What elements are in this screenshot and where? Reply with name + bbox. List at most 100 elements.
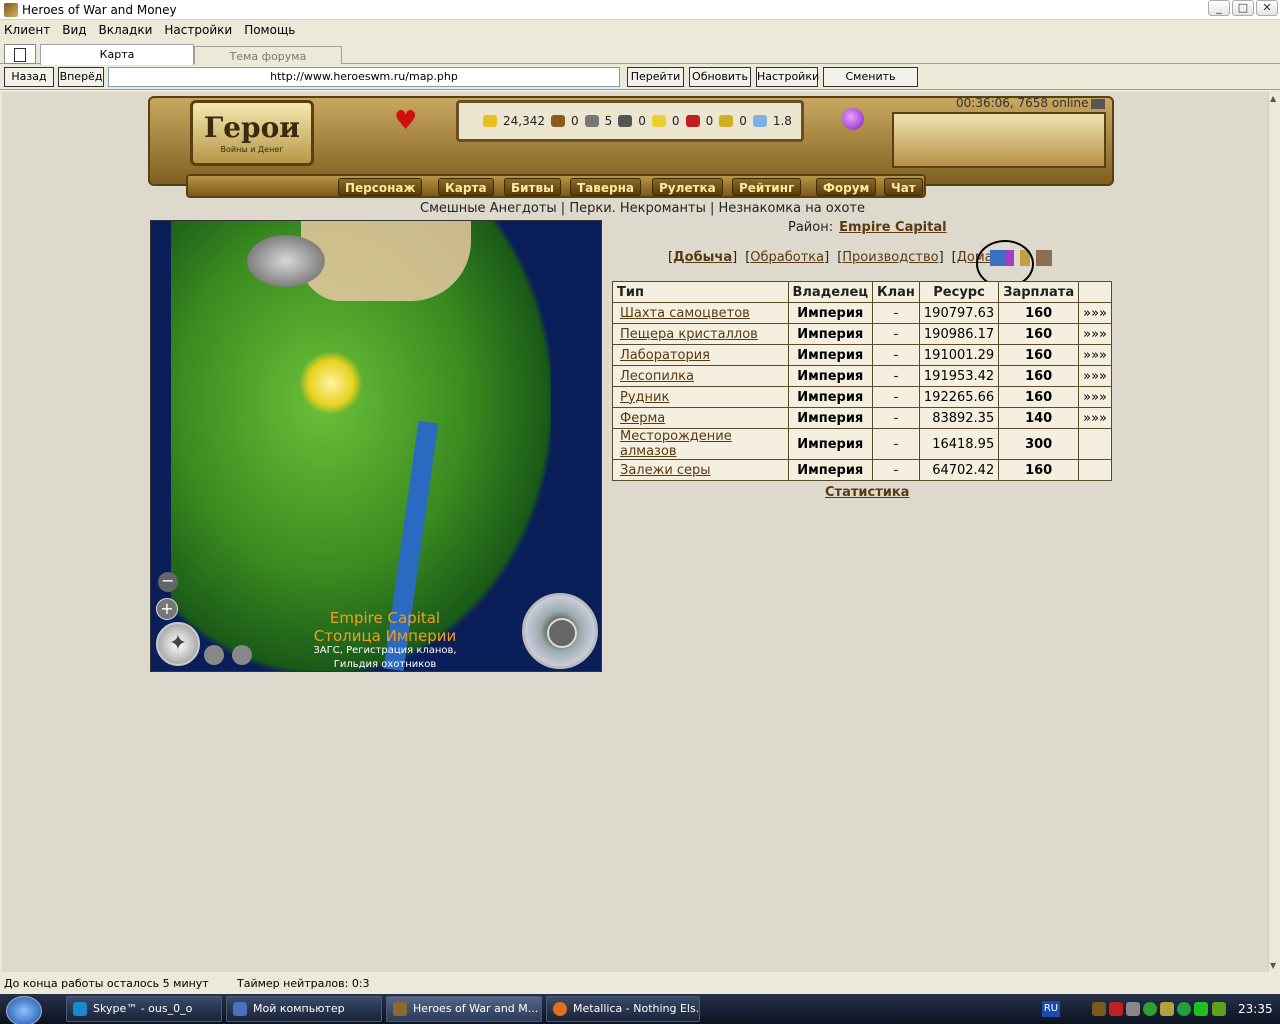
nav-chat[interactable]: Чат	[884, 178, 923, 196]
nav-rating[interactable]: Рейтинг	[732, 178, 802, 196]
new-tab-button[interactable]	[4, 44, 36, 64]
resource-cell: 192265.66	[918, 386, 1000, 408]
tray-nvidia-icon[interactable]	[1212, 1002, 1226, 1016]
diamonds-amount: 1.8	[772, 114, 792, 128]
online-counter: 00:36:06, 7658 online	[956, 96, 1106, 110]
tray-antivirus-icon[interactable]	[1109, 1002, 1123, 1016]
compass-icon[interactable]: ✦	[156, 622, 200, 666]
crystals-icon	[685, 115, 700, 127]
salary-cell: 140	[998, 407, 1080, 429]
facility-name-link[interactable]: Месторождение алмазов	[612, 428, 789, 460]
language-indicator[interactable]: RU	[1042, 1001, 1060, 1017]
resource-cell: 191001.29	[918, 344, 1000, 366]
tray-torrent-icon[interactable]	[1177, 1002, 1191, 1016]
tray-usb-icon[interactable]	[1160, 1002, 1174, 1016]
logo-title: Герои	[203, 111, 301, 144]
task-skype[interactable]: Skype™ - ous_0_o	[66, 996, 222, 1022]
switch-player-button[interactable]: Сменить игрока	[823, 67, 918, 101]
tab-map[interactable]: Карта	[40, 44, 194, 65]
map-location-name-en: Empire Capital	[329, 609, 441, 627]
tray-network-icon[interactable]	[1126, 1002, 1140, 1016]
col-owner: Владелец	[787, 281, 873, 303]
game-logo[interactable]: Герои Войны и Денег	[190, 100, 314, 166]
menu-client[interactable]: Клиент	[4, 23, 50, 37]
map-navigation-dial[interactable]	[522, 593, 598, 669]
enter-link[interactable]: »»»	[1078, 323, 1112, 345]
menu-settings[interactable]: Настройки	[164, 23, 232, 37]
castle-icon[interactable]	[1036, 250, 1052, 266]
enter-link[interactable]: »»»	[1078, 386, 1112, 408]
enter-link	[1078, 428, 1112, 460]
map-capital-marker[interactable]	[299, 351, 363, 415]
map-move-icon[interactable]	[232, 645, 252, 665]
ore-icon	[584, 115, 599, 127]
tab-forum-topic[interactable]: Тема форума	[194, 46, 342, 64]
gold-icon	[483, 115, 497, 127]
forward-button[interactable]: Вперёд	[58, 67, 104, 87]
tray-update-icon[interactable]	[1143, 1002, 1157, 1016]
enter-link[interactable]: »»»	[1078, 365, 1112, 387]
map-center-icon[interactable]	[204, 645, 224, 665]
facility-name-link[interactable]: Ферма	[612, 407, 789, 429]
settings-button[interactable]: Настройки	[756, 67, 819, 87]
tray-heroes-icon[interactable]	[1092, 1002, 1106, 1016]
camera-icon[interactable]	[1091, 98, 1106, 109]
menu-help[interactable]: Помощь	[244, 23, 295, 37]
maximize-button[interactable]: □	[1232, 0, 1254, 16]
owner-cell: Империя	[787, 344, 873, 366]
enter-link[interactable]: »»»	[1078, 302, 1112, 324]
resources-panel: 24,342 0 5 0 0 0 0 1.8	[456, 100, 804, 142]
resource-cell: 190797.63	[918, 302, 1000, 324]
nav-map[interactable]: Карта	[438, 178, 494, 196]
nav-roulette[interactable]: Рулетка	[652, 178, 723, 196]
facility-name-link[interactable]: Лесопилка	[612, 365, 789, 387]
nav-tavern[interactable]: Таверна	[570, 178, 641, 196]
task-my-computer[interactable]: Мой компьютер	[226, 996, 382, 1022]
task-firefox[interactable]: Metallica - Nothing Els...	[546, 996, 700, 1022]
filter-mining[interactable]: [Добыча]	[668, 250, 737, 265]
facility-name-link[interactable]: Залежи серы	[612, 459, 789, 481]
zoom-out-button[interactable]: −	[158, 572, 178, 592]
clan-cell: -	[872, 407, 920, 429]
facility-name-link[interactable]: Шахта самоцветов	[612, 302, 789, 324]
filter-production[interactable]: [Производство]	[837, 250, 943, 265]
enter-link[interactable]: »»»	[1078, 407, 1112, 429]
vertical-scrollbar[interactable]	[1268, 92, 1280, 972]
nav-forum[interactable]: Форум	[816, 178, 877, 196]
clan-cell: -	[872, 428, 920, 460]
clock: 23:35	[1238, 1002, 1273, 1016]
nav-character[interactable]: Персонаж	[338, 178, 423, 196]
start-button[interactable]	[0, 994, 46, 1024]
task-heroes[interactable]: Heroes of War and M...	[386, 996, 542, 1022]
statistics-link[interactable]: Статистика	[825, 485, 909, 500]
address-bar: Назад Вперёд http://www.heroeswm.ru/map.…	[0, 66, 1280, 101]
url-input[interactable]: http://www.heroeswm.ru/map.php	[108, 67, 620, 87]
gems-amount: 0	[739, 114, 747, 128]
facility-name-link[interactable]: Пещера кристаллов	[612, 323, 789, 345]
filter-processing[interactable]: [Обработка]	[745, 250, 829, 265]
salary-cell: 160	[998, 344, 1080, 366]
district-link[interactable]: Empire Capital	[839, 220, 946, 235]
menu-tabs[interactable]: Вкладки	[99, 23, 153, 37]
table-row: Лаборатория Империя -191001.29 160»»»	[612, 344, 1112, 366]
nav-battles[interactable]: Битвы	[504, 178, 561, 196]
owner-cell: Империя	[787, 365, 873, 387]
menu-view[interactable]: Вид	[62, 23, 86, 37]
facility-name-link[interactable]: Рудник	[612, 386, 789, 408]
facility-name-link[interactable]: Лаборатория	[612, 344, 789, 366]
go-button[interactable]: Перейти	[627, 67, 684, 87]
back-button[interactable]: Назад	[4, 67, 54, 87]
mercury-icon	[618, 115, 633, 127]
resource-cell: 190986.17	[918, 323, 1000, 345]
close-button[interactable]: ✕	[1256, 0, 1278, 16]
salary-cell: 300	[998, 428, 1080, 460]
minimize-button[interactable]: _	[1208, 0, 1230, 16]
enter-link[interactable]: »»»	[1078, 344, 1112, 366]
wood-icon	[551, 115, 565, 127]
tray-status-icon[interactable]	[1194, 1002, 1208, 1016]
news-links[interactable]: Смешные Анегдоты | Перки. Некроманты | Н…	[420, 201, 865, 216]
zoom-in-button[interactable]: +	[156, 598, 178, 620]
mercury-amount: 0	[638, 114, 646, 128]
title-bar: Heroes of War and Money _ □ ✕	[0, 0, 1280, 20]
refresh-button[interactable]: Обновить	[689, 67, 751, 87]
